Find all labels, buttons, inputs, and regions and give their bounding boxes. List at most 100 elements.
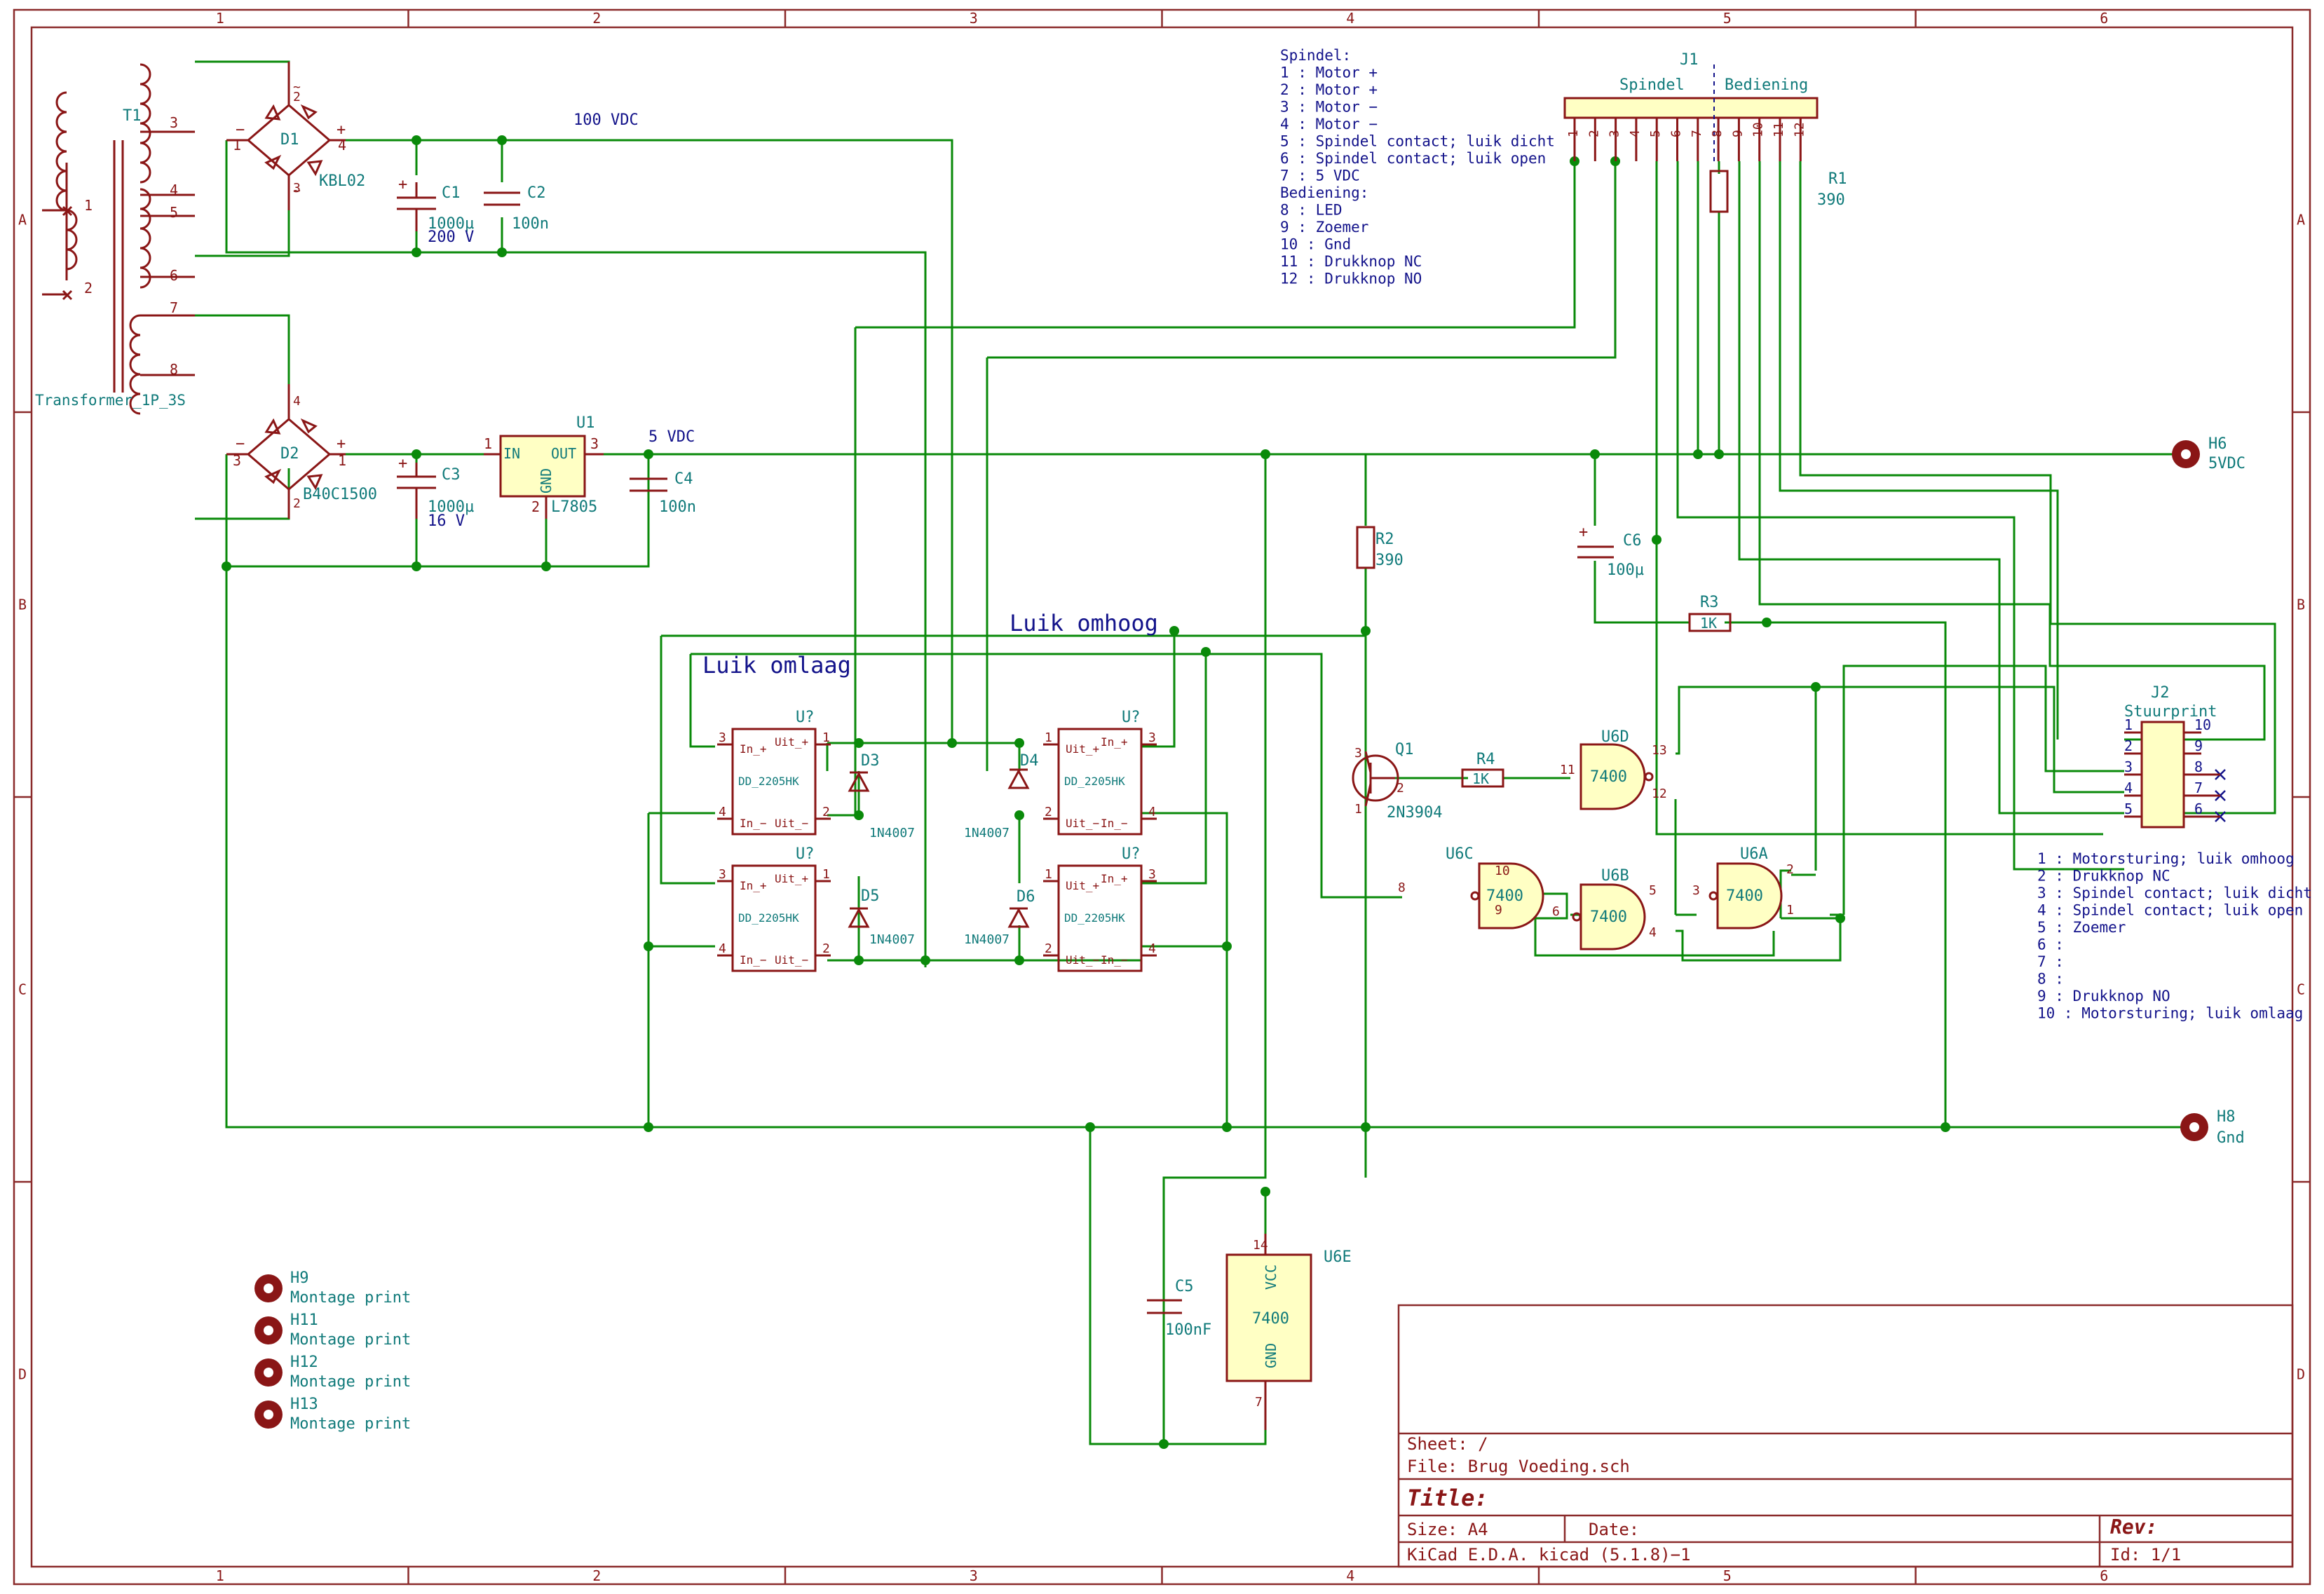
svg-text:2: 2 xyxy=(293,496,301,511)
svg-text:3: 3 xyxy=(233,452,241,469)
h8-value: Gnd xyxy=(2217,1129,2245,1147)
u6e-ref: U6E xyxy=(1324,1248,1352,1266)
relay-pin-number: 2 xyxy=(1045,941,1052,956)
svg-text:4: 4 xyxy=(338,137,346,154)
relay-pin-number: 4 xyxy=(719,805,726,819)
j1-note-line: 7 : 5 VDC xyxy=(1280,168,1360,184)
u6d-value: 7400 xyxy=(1590,768,1627,786)
svg-text:+: + xyxy=(337,435,346,453)
frame-column-label-top: 6 xyxy=(2100,10,2108,27)
h6-ref: H6 xyxy=(2208,435,2227,453)
svg-text:+: + xyxy=(398,176,407,193)
t1-pin-8: 8 xyxy=(170,361,178,378)
d1-ref: D1 xyxy=(280,131,299,149)
net-label-5vdc: 5 VDC xyxy=(648,428,695,446)
c6-ref: C6 xyxy=(1623,532,1642,550)
frame-column-label-bottom: 4 xyxy=(1346,1567,1354,1584)
r3-value: 1K xyxy=(1700,615,1717,632)
u6e-vcc: VCC xyxy=(1263,1265,1279,1290)
d2-ref: D2 xyxy=(280,445,299,463)
j1-note-line: Bediening: xyxy=(1280,184,1368,201)
title-block-sheet: Sheet: / xyxy=(1407,1434,1488,1454)
relay-ref: U? xyxy=(1122,845,1141,863)
h9-value: Montage print xyxy=(290,1289,411,1307)
relay-pin-label: Uit_+ xyxy=(775,872,808,885)
frame-column-label-top: 3 xyxy=(970,10,978,27)
net-label-luik-omhoog: Luik omhoog xyxy=(1010,610,1158,636)
relay-pin-number: 4 xyxy=(1148,805,1156,819)
title-block-tool: KiCad E.D.A. kicad (5.1.8)−1 xyxy=(1407,1545,1691,1565)
u1-ref: U1 xyxy=(576,414,595,432)
j1-note-line: 1 : Motor + xyxy=(1280,64,1378,81)
frame-row-label-right: B xyxy=(2297,597,2305,613)
r2-value: 390 xyxy=(1375,552,1404,569)
c5-ref: C5 xyxy=(1175,1278,1194,1295)
svg-text:1: 1 xyxy=(338,452,346,469)
t1-pin-3: 3 xyxy=(170,114,178,131)
d5-ref: D5 xyxy=(861,887,880,905)
relay-pin-number: 4 xyxy=(1148,941,1156,956)
svg-text:2: 2 xyxy=(531,498,540,515)
j1-note-line: 6 : Spindel contact; luik open xyxy=(1280,150,1546,167)
relay-pin-label: In_+ xyxy=(1101,735,1128,749)
j1-note-line: 10 : Gnd xyxy=(1280,236,1351,253)
connector-j1: J1 Spindel Bediening 1 2 3 4 5 6 7 8 9 10 11 12 xyxy=(1563,51,1819,161)
capacitor-c3: + C3 1000µ 16 V xyxy=(397,455,474,530)
r1-value: 390 xyxy=(1817,191,1845,209)
frame-row-label-left: B xyxy=(18,597,27,613)
frame-column-label-bottom: 2 xyxy=(592,1567,601,1584)
j2-note-line: 8 : xyxy=(2037,971,2064,988)
svg-text:−: − xyxy=(236,435,245,453)
r3-ref: R3 xyxy=(1700,594,1719,611)
c2-ref: C2 xyxy=(527,184,546,202)
svg-text:1: 1 xyxy=(1354,802,1362,817)
j2-note-line: 3 : Spindel contact; luik dicht xyxy=(2037,885,2312,901)
net-label-luik-omlaag: Luik omlaag xyxy=(702,652,851,679)
title-block-title: Title: xyxy=(1407,1485,1488,1511)
t1-pin-2: 2 xyxy=(84,280,93,297)
resistor-r4: R4 1K xyxy=(1461,751,1504,788)
relay-dd-2205hk: U? DD_2205HK Uit_+ Uit_− In_+ In_− 1 2 3 4 xyxy=(1043,709,1157,836)
frame-row-label-left: C xyxy=(18,981,27,998)
u1-value: L7805 xyxy=(551,498,597,516)
h9-ref: H9 xyxy=(290,1269,309,1287)
c1-ref: C1 xyxy=(442,184,461,202)
relay-pin-number: 1 xyxy=(1045,867,1052,882)
j1-pin-number: 7 xyxy=(1690,130,1704,137)
relay-pin-number: 1 xyxy=(822,730,830,745)
j1-note-line: 11 : Drukknop NC xyxy=(1280,253,1422,270)
j2-pin-number: 1 xyxy=(2124,716,2133,733)
j2-note-line: 2 : Drukknop NC xyxy=(2037,868,2170,885)
svg-text:1: 1 xyxy=(1786,903,1794,918)
frame-column-label-top: 4 xyxy=(1346,10,1354,27)
relay-pin-label: Uit_+ xyxy=(1066,879,1099,892)
capacitor-c5: C5 100nF xyxy=(1147,1278,1211,1339)
mounting-holes-montage: H9 Montage print H11 Montage print H12 M… xyxy=(254,1269,411,1433)
junctions xyxy=(222,135,1950,1449)
title-block-rev: Rev: xyxy=(2110,1515,2157,1539)
d3-ref: D3 xyxy=(861,752,880,770)
d5-value: 1N4007 xyxy=(869,932,915,947)
u1-pin-out: OUT xyxy=(551,445,576,462)
bridge-rectifier-d2: − + 3 1 4 2 D2 B40C1500 xyxy=(226,384,377,519)
t1-ref: T1 xyxy=(123,107,142,125)
svg-text:3: 3 xyxy=(293,181,301,196)
j2-note-line: 6 : xyxy=(2037,936,2064,953)
capacitor-c4: C4 100n xyxy=(630,470,696,516)
svg-text:1: 1 xyxy=(484,435,492,452)
h11-value: Montage print xyxy=(290,1331,411,1349)
relay-pin-number: 1 xyxy=(822,867,830,882)
svg-text:14: 14 xyxy=(1253,1238,1268,1253)
frame-column-label-bottom: 1 xyxy=(216,1567,224,1584)
frame-column-label-top: 1 xyxy=(216,10,224,27)
relay-pin-number: 3 xyxy=(1148,730,1156,745)
relay-ref: U? xyxy=(796,709,815,726)
u6b-value: 7400 xyxy=(1590,908,1627,926)
j1-pin-number: 1 xyxy=(1566,130,1581,137)
j1-pin-number: 4 xyxy=(1628,130,1643,137)
frame-row-label-left: A xyxy=(18,212,27,229)
q1-ref: Q1 xyxy=(1395,741,1414,758)
c1-rating: 200 V xyxy=(428,229,474,246)
relay-pin-label: Uit_− xyxy=(1066,817,1099,830)
svg-text:4: 4 xyxy=(293,394,301,409)
